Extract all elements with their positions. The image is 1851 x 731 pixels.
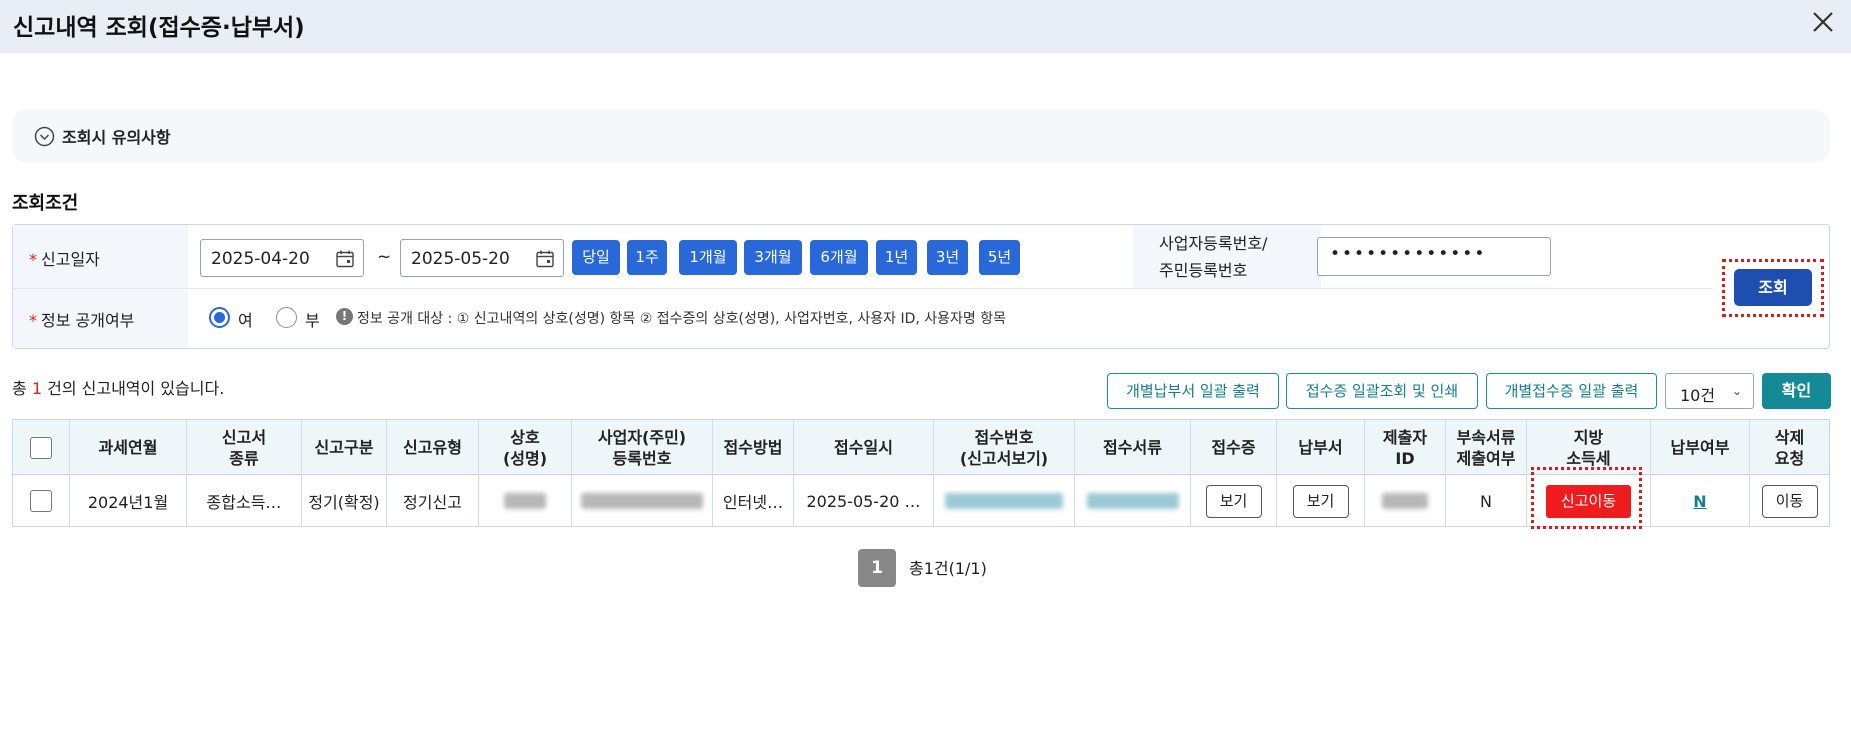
date-from-field[interactable]: 2025-04-20 <box>200 239 364 277</box>
col-report-type: 신고유형 <box>403 438 462 457</box>
select-all-cell <box>13 420 69 475</box>
title-bar: 신고내역 조회(접수증·납부서) <box>0 0 1851 53</box>
page-1-button[interactable]: 1 <box>858 549 896 587</box>
calendar-icon[interactable] <box>535 249 555 269</box>
bulk-receipt-print-button[interactable]: 접수증 일괄조회 및 인쇄 <box>1286 373 1478 409</box>
col-delete-request: 삭제 요청 <box>1774 427 1805 468</box>
cell-report-class: 정기(확정) <box>308 493 380 512</box>
cell-payment-slip: 보기 <box>1277 476 1364 526</box>
delete-request-move-button[interactable]: 이동 <box>1761 484 1818 518</box>
col-documents: 접수서류 <box>1103 438 1162 457</box>
period-3year-button[interactable]: 3년 <box>927 240 968 275</box>
chevron-down-circle-icon <box>34 126 55 147</box>
notice-label: 조회시 유의사항 <box>62 128 171 147</box>
view-payment-slip-button[interactable]: 보기 <box>1292 484 1349 518</box>
col-submitter-id: 제출자 ID <box>1382 427 1428 468</box>
col-tax-period: 과세연월 <box>98 438 158 457</box>
col-biz-number: 사업자(주민) 등록번호 <box>597 427 687 468</box>
period-5year-button[interactable]: 5년 <box>979 240 1020 275</box>
page-size-value: 10건 <box>1680 386 1716 405</box>
disclosure-no-radio[interactable] <box>276 307 297 328</box>
cell-company-name-masked <box>479 476 571 526</box>
cell-method: 인터넷… <box>722 493 784 512</box>
biz-number-input[interactable]: ••••••••••••• <box>1317 237 1551 276</box>
cell-datetime: 2025-05-20 … <box>806 491 921 511</box>
col-receipt: 접수증 <box>1211 438 1256 457</box>
disclosure-yes-label: 여 <box>238 311 253 330</box>
cell-tax-period: 2024년1월 <box>87 493 169 512</box>
period-today-button[interactable]: 당일 <box>572 240 620 275</box>
date-to-field[interactable]: 2025-05-20 <box>400 239 564 277</box>
search-button[interactable]: 조회 <box>1734 269 1812 306</box>
col-method: 접수방법 <box>723 438 783 457</box>
search-conditions-panel: * 신고일자 2025-04-20 ~ 2025-05-20 당일 1주 1개월 … <box>12 224 1830 349</box>
period-3month-button[interactable]: 3개월 <box>744 240 802 275</box>
cell-documents-masked[interactable] <box>1075 476 1190 526</box>
col-attachments: 부속서류 제출여부 <box>1456 427 1516 468</box>
required-mark: * <box>29 311 37 330</box>
cell-attachments: N <box>1480 491 1492 511</box>
cell-form-type: 종합소득… <box>206 493 282 512</box>
result-total: 총 1 건의 신고내역이 있습니다. <box>12 379 225 398</box>
info-icon: ! <box>336 308 353 325</box>
view-receipt-button[interactable]: 보기 <box>1205 484 1262 518</box>
paid-status-link[interactable]: N <box>1693 492 1706 511</box>
bulk-individual-receipt-button[interactable]: 개별접수증 일괄 출력 <box>1486 373 1657 409</box>
period-1week-button[interactable]: 1주 <box>627 240 667 275</box>
period-1month-button[interactable]: 1개월 <box>679 240 737 275</box>
col-form-type: 신고서 종류 <box>221 427 267 468</box>
cell-receipt-number-masked[interactable] <box>934 476 1074 526</box>
cell-delete-request: 이동 <box>1750 476 1829 526</box>
period-1year-button[interactable]: 1년 <box>876 240 917 275</box>
calendar-icon[interactable] <box>335 249 355 269</box>
cell-biz-number-masked <box>572 476 712 526</box>
col-payment-slip: 납부서 <box>1298 438 1343 457</box>
row-divider <box>13 288 1713 289</box>
page-size-select[interactable]: 10건 ⌄ <box>1665 373 1754 409</box>
disclosure-info-text: 정보 공개 대상 : ① 신고내역의 상호(성명) 항목 ② 접수증의 상호(성… <box>357 311 1006 327</box>
confirm-button[interactable]: 확인 <box>1762 373 1831 409</box>
disclosure-yes-radio[interactable] <box>209 307 230 328</box>
col-datetime: 접수일시 <box>834 438 893 457</box>
cell-submitter-id-masked <box>1365 476 1445 526</box>
pagination-summary: 총1건(1/1) <box>909 559 987 578</box>
col-company-name: 상호 (성명) <box>502 427 548 468</box>
close-icon[interactable] <box>1805 4 1841 40</box>
date-from-value: 2025-04-20 <box>211 249 310 269</box>
bulk-payment-print-button[interactable]: 개별납부서 일괄 출력 <box>1107 373 1279 409</box>
col-report-class: 신고구분 <box>314 438 374 457</box>
period-6month-button[interactable]: 6개월 <box>810 240 868 275</box>
required-mark: * <box>29 250 37 269</box>
result-count: 1 <box>31 379 43 398</box>
cell-receipt: 보기 <box>1191 476 1276 526</box>
disclosure-label: * 정보 공개여부 <box>29 311 135 330</box>
col-paid: 납부여부 <box>1670 438 1730 457</box>
biz-number-label: 사업자등록번호/ 주민등록번호 <box>1133 225 1321 288</box>
window-title: 신고내역 조회(접수증·납부서) <box>13 15 305 41</box>
notice-accordion[interactable]: 조회시 유의사항 <box>12 110 1830 162</box>
date-to-value: 2025-05-20 <box>411 249 510 269</box>
disclosure-no-label: 부 <box>305 311 320 330</box>
cell-report-type: 정기신고 <box>403 493 462 512</box>
local-tax-highlight <box>1531 467 1642 529</box>
select-all-checkbox[interactable] <box>30 436 52 459</box>
report-date-label: * 신고일자 <box>29 250 100 269</box>
table-row <box>13 476 69 526</box>
row-checkbox[interactable] <box>30 490 52 512</box>
search-conditions-title: 조회조건 <box>12 193 79 214</box>
cell-paid: N <box>1651 476 1749 526</box>
date-range-tilde: ~ <box>377 247 392 267</box>
chevron-down-icon: ⌄ <box>1731 384 1742 398</box>
col-receipt-number: 접수번호 (신고서보기) <box>959 427 1049 468</box>
